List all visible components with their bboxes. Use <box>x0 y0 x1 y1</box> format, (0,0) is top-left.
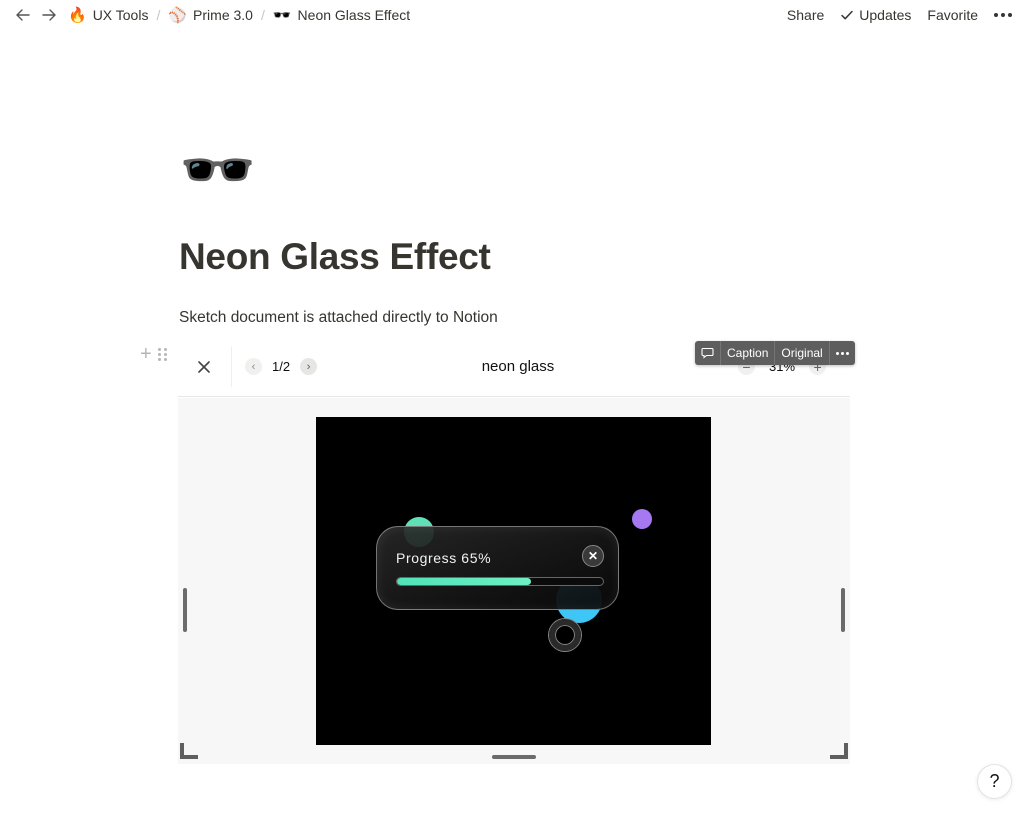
back-button[interactable] <box>14 6 32 24</box>
artboard: Progress 65% ✕ <box>316 417 711 745</box>
arrow-left-icon <box>16 9 30 21</box>
breadcrumb: 🔥 UX Tools / ⚾ Prime 3.0 / 🕶️ Neon Glass… <box>68 7 410 23</box>
breadcrumb-item-prime[interactable]: ⚾ Prime 3.0 <box>168 7 253 23</box>
caption-button[interactable]: Caption <box>721 341 776 365</box>
progress-fill <box>397 578 531 585</box>
page-title: Neon Glass Effect <box>179 236 491 277</box>
breadcrumb-separator: / <box>156 7 161 23</box>
help-button[interactable]: ? <box>977 764 1012 799</box>
topbar-actions: Share Updates Favorite <box>787 0 1012 30</box>
comment-icon <box>701 347 714 359</box>
close-icon: ✕ <box>582 545 604 567</box>
resize-handle-right[interactable] <box>841 588 845 632</box>
progress-track <box>396 577 604 586</box>
purple-orb <box>632 509 652 529</box>
share-button[interactable]: Share <box>787 7 824 23</box>
arrow-right-icon <box>42 9 56 21</box>
page-icon[interactable]: 🕶️ <box>179 140 256 202</box>
favorite-button[interactable]: Favorite <box>927 7 978 23</box>
resize-handle-left[interactable] <box>183 588 187 632</box>
breadcrumb-label: UX Tools <box>92 7 149 23</box>
comment-button[interactable] <box>695 341 721 365</box>
breadcrumb-item-ux-tools[interactable]: 🔥 UX Tools <box>68 7 148 23</box>
nav-arrows <box>14 6 58 24</box>
updates-button[interactable]: Updates <box>840 7 911 23</box>
add-block-icon[interactable]: + <box>140 344 152 364</box>
more-options-icon[interactable] <box>994 13 1012 17</box>
progress-label: Progress 65% <box>396 550 492 566</box>
resize-corner-bottom-left[interactable] <box>180 743 198 759</box>
more-actions-button[interactable] <box>830 341 855 365</box>
block-toolbar: Caption Original <box>695 341 855 365</box>
glass-progress-card: Progress 65% ✕ <box>376 526 619 610</box>
sunglasses-icon: 🕶️ <box>272 6 292 24</box>
breadcrumb-item-neon-glass[interactable]: 🕶️ Neon Glass Effect <box>273 7 410 23</box>
updates-label: Updates <box>859 7 912 23</box>
resize-corner-bottom-right[interactable] <box>830 743 848 759</box>
drag-handle-icon[interactable] <box>157 347 167 361</box>
breadcrumb-separator: / <box>260 7 265 23</box>
glass-ring <box>549 619 581 651</box>
topbar: 🔥 UX Tools / ⚾ Prime 3.0 / 🕶️ Neon Glass… <box>0 0 1024 30</box>
page-description: Sketch document is attached directly to … <box>179 309 498 326</box>
fire-icon: 🔥 <box>68 6 87 24</box>
checkmark-icon <box>841 10 854 20</box>
embed-canvas[interactable]: Progress 65% ✕ <box>178 398 850 764</box>
baseball-icon: ⚾ <box>168 6 188 24</box>
original-button[interactable]: Original <box>775 341 830 365</box>
breadcrumb-label: Neon Glass Effect <box>297 7 411 23</box>
resize-handle-bottom[interactable] <box>492 755 536 759</box>
breadcrumb-label: Prime 3.0 <box>193 7 253 23</box>
block-handle: + <box>140 344 167 364</box>
sketch-embed: ‹ 1/2 › neon glass − 31% + Progress 65% … <box>178 337 850 764</box>
more-dots-icon <box>835 351 849 355</box>
forward-button[interactable] <box>40 6 58 24</box>
